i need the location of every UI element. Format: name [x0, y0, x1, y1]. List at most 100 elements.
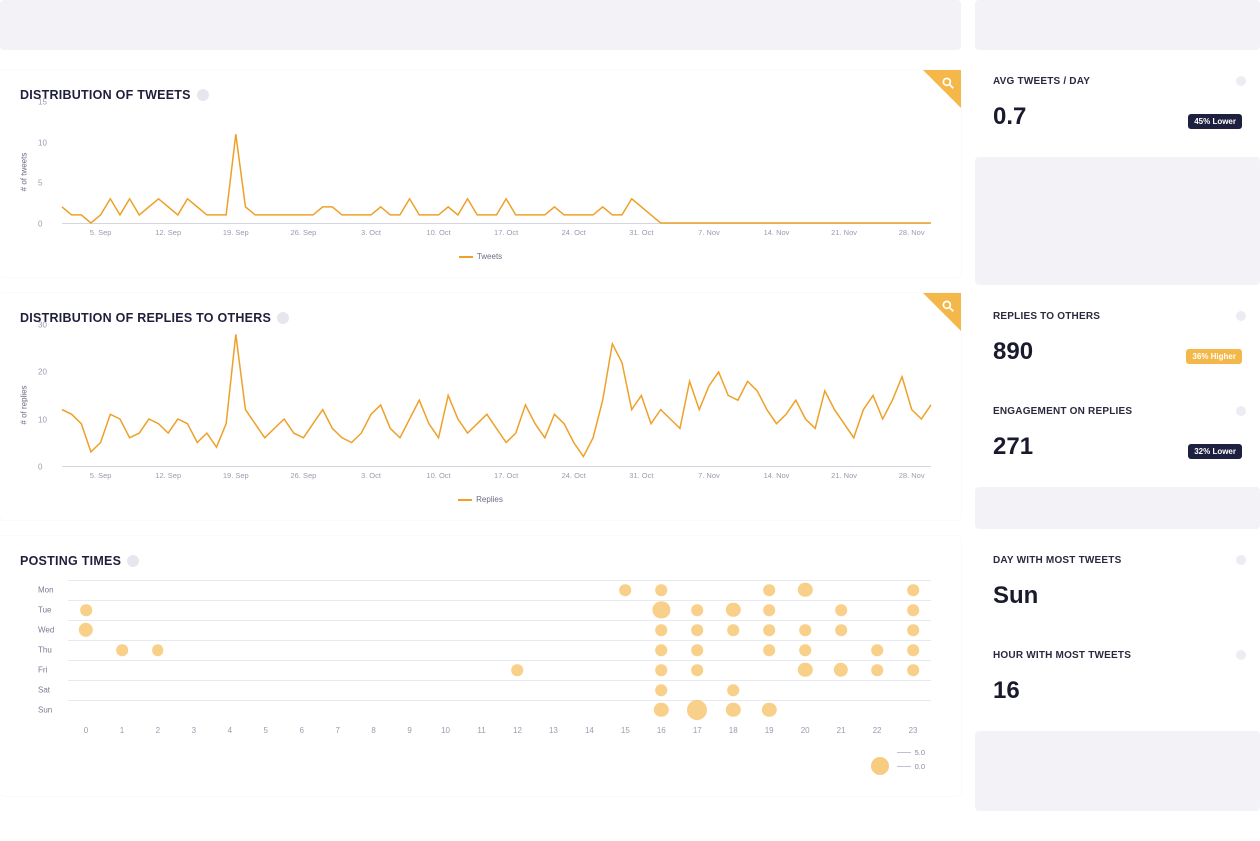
- x-tick: 31. Oct: [629, 471, 653, 480]
- hour-tick: 9: [407, 726, 411, 735]
- x-tick: 14. Nov: [764, 471, 790, 480]
- stat-value: 0.7: [993, 105, 1026, 129]
- bubble-legend: 5.0 0.0: [871, 748, 925, 775]
- posting-bubble[interactable]: [512, 664, 524, 676]
- stat-day-most-tweets: DAY WITH MOST TWEETS Sun: [975, 541, 1260, 624]
- posting-bubble[interactable]: [620, 584, 632, 596]
- x-tick: 5. Sep: [90, 228, 112, 237]
- panel-distribution-replies: DISTRIBUTION OF REPLIES TO OTHERS # of r…: [0, 293, 961, 520]
- posting-bubble[interactable]: [152, 644, 164, 656]
- hour-tick: 3: [192, 726, 196, 735]
- hour-tick: 4: [228, 726, 232, 735]
- posting-bubble[interactable]: [691, 644, 703, 656]
- x-tick: 24. Oct: [562, 228, 586, 237]
- info-icon[interactable]: [1236, 650, 1246, 660]
- posting-bubble[interactable]: [691, 664, 703, 676]
- search-icon[interactable]: [941, 299, 955, 316]
- search-icon[interactable]: [941, 76, 955, 93]
- info-icon[interactable]: [277, 312, 289, 324]
- hour-tick: 6: [299, 726, 303, 735]
- info-icon[interactable]: [1236, 311, 1246, 321]
- legend-max: 5.0: [915, 748, 925, 757]
- info-icon[interactable]: [1236, 76, 1246, 86]
- x-tick: 19. Sep: [223, 471, 249, 480]
- posting-bubble[interactable]: [763, 644, 775, 656]
- chart-legend: Replies: [20, 495, 941, 504]
- y-tick: 30: [38, 321, 47, 330]
- hour-tick: 12: [513, 726, 522, 735]
- x-tick: 10. Oct: [426, 471, 450, 480]
- posting-bubble[interactable]: [907, 604, 919, 616]
- posting-bubble[interactable]: [656, 624, 668, 636]
- hour-tick: 11: [477, 726, 485, 735]
- hour-tick: 14: [585, 726, 594, 735]
- replies-chart: # of replies 0102030 5. Sep12. Sep19. Se…: [38, 325, 931, 485]
- posting-bubble[interactable]: [656, 684, 668, 696]
- hour-tick: 18: [729, 726, 738, 735]
- posting-bubble[interactable]: [907, 584, 919, 596]
- hour-tick: 22: [873, 726, 882, 735]
- posting-bubble[interactable]: [799, 624, 811, 636]
- posting-bubble[interactable]: [727, 624, 739, 636]
- posting-bubble[interactable]: [80, 604, 92, 616]
- day-label: Thu: [38, 646, 64, 655]
- tweets-chart: # of tweets 051015 5. Sep12. Sep19. Sep2…: [38, 102, 931, 242]
- hour-tick: 2: [156, 726, 160, 735]
- hour-tick: 16: [657, 726, 666, 735]
- hour-tick: 0: [84, 726, 88, 735]
- posting-bubble[interactable]: [835, 624, 847, 636]
- posting-bubble[interactable]: [907, 664, 919, 676]
- info-icon[interactable]: [1236, 555, 1246, 565]
- posting-bubble[interactable]: [907, 624, 919, 636]
- posting-bubble[interactable]: [656, 664, 668, 676]
- y-tick: 0: [38, 463, 42, 472]
- stat-badge: 32% Lower: [1188, 444, 1242, 459]
- info-icon[interactable]: [1236, 406, 1246, 416]
- x-tick: 7. Nov: [698, 471, 720, 480]
- stat-value: 890: [993, 340, 1033, 364]
- posting-bubble[interactable]: [656, 644, 668, 656]
- stat-engagement-replies: ENGAGEMENT ON REPLIES 271 32% Lower: [975, 392, 1260, 475]
- x-tick: 17. Oct: [494, 228, 518, 237]
- day-label: Mon: [38, 586, 64, 595]
- posting-bubble[interactable]: [763, 604, 775, 616]
- pt-row: [68, 680, 931, 701]
- posting-bubble[interactable]: [799, 644, 811, 656]
- y-tick: 20: [38, 368, 47, 377]
- legend-label: Tweets: [477, 252, 502, 261]
- posting-bubble[interactable]: [687, 700, 707, 720]
- posting-bubble[interactable]: [691, 604, 703, 616]
- posting-bubble[interactable]: [763, 584, 775, 596]
- stat-value: Sun: [993, 584, 1038, 608]
- posting-bubble[interactable]: [656, 584, 668, 596]
- posting-bubble[interactable]: [835, 604, 847, 616]
- panel-distribution-tweets: DISTRIBUTION OF TWEETS # of tweets 05101…: [0, 70, 961, 277]
- posting-bubble[interactable]: [907, 644, 919, 656]
- posting-bubble[interactable]: [871, 644, 883, 656]
- hour-tick: 17: [693, 726, 702, 735]
- x-tick: 21. Nov: [831, 471, 857, 480]
- posting-bubble[interactable]: [691, 624, 703, 636]
- pt-row: [68, 600, 931, 621]
- x-tick: 31. Oct: [629, 228, 653, 237]
- x-tick: 28. Nov: [899, 228, 925, 237]
- info-icon[interactable]: [127, 555, 139, 567]
- hour-tick: 19: [765, 726, 774, 735]
- hour-tick: 1: [120, 726, 124, 735]
- day-label: Sun: [38, 706, 64, 715]
- x-tick: 14. Nov: [764, 228, 790, 237]
- hour-tick: 8: [371, 726, 375, 735]
- posting-bubble[interactable]: [727, 684, 739, 696]
- panel-posting-times: POSTING TIMES MonTueWedThuFriSatSun 0123…: [0, 536, 961, 796]
- stat-label: AVG TWEETS / DAY: [993, 76, 1242, 87]
- legend-min: 0.0: [915, 762, 925, 771]
- posting-bubble[interactable]: [871, 664, 883, 676]
- stat-label: REPLIES TO OTHERS: [993, 311, 1242, 322]
- stat-replies-to-others: REPLIES TO OTHERS 890 36% Higher: [975, 297, 1260, 380]
- info-icon[interactable]: [197, 89, 209, 101]
- right-gap: [975, 0, 1260, 50]
- day-label: Sat: [38, 686, 64, 695]
- posting-bubble[interactable]: [763, 624, 775, 636]
- x-tick: 12. Sep: [155, 228, 181, 237]
- posting-bubble[interactable]: [116, 644, 128, 656]
